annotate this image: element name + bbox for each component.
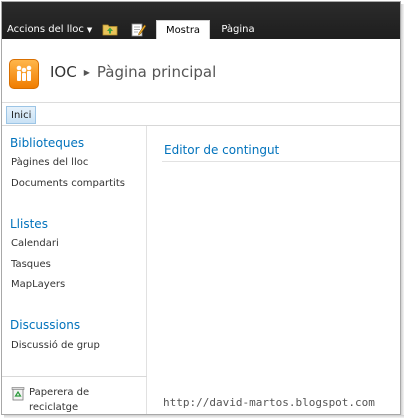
ql-item-discussio-de-grup[interactable]: Discussió de grup <box>11 340 100 351</box>
top-navigation: Inici <box>2 103 400 126</box>
ql-heading-discussions[interactable]: Discussions <box>10 318 80 332</box>
site-logo-icon[interactable] <box>9 59 39 89</box>
topnav-item-inici[interactable]: Inici <box>6 106 37 124</box>
title-area: IOC ▶ Pàgina principal <box>2 39 400 103</box>
site-actions-label: Accions del lloc <box>7 24 84 35</box>
breadcrumb-arrow-icon: ▶ <box>83 67 90 77</box>
site-title-link[interactable]: IOC <box>50 63 77 81</box>
ql-item-documents-compartits[interactable]: Documents compartits <box>11 178 125 189</box>
quick-launch: Biblioteques Pàgines del lloc Documents … <box>2 126 147 414</box>
webpart-title-underline <box>162 161 400 162</box>
webpart-title-editor-de-contingut[interactable]: Editor de contingut <box>164 143 279 157</box>
ribbon-bar: Accions del lloc ▼ Mostra Pàgina <box>2 2 400 39</box>
tab-pagina[interactable]: Pàgina <box>215 20 261 39</box>
people-icon <box>16 65 32 81</box>
ql-heading-llistes[interactable]: Llistes <box>10 217 48 231</box>
page-title: Pàgina principal <box>96 63 217 81</box>
tab-mostra-label: Mostra <box>165 25 201 36</box>
tab-mostra[interactable]: Mostra <box>156 20 210 39</box>
breadcrumb: IOC ▶ Pàgina principal <box>50 63 216 81</box>
navigate-up-folder-icon[interactable] <box>102 22 118 36</box>
ql-heading-biblioteques[interactable]: Biblioteques <box>10 136 84 150</box>
tab-pagina-label: Pàgina <box>221 24 255 35</box>
site-actions-menu[interactable]: Accions del lloc ▼ <box>7 24 92 35</box>
dropdown-caret-icon: ▼ <box>86 25 93 34</box>
quick-launch-divider <box>2 376 147 377</box>
sharepoint-window: Accions del lloc ▼ Mostra Pàgina IOC ▶ P… <box>1 1 401 415</box>
ql-item-maplayers[interactable]: MapLayers <box>11 279 65 290</box>
watermark-url: http://david-martos.blogspot.com <box>163 396 375 409</box>
recycle-bin-label: Paperera de reciclatge <box>29 387 90 413</box>
ql-item-pagines-del-lloc[interactable]: Pàgines del lloc <box>11 157 88 168</box>
ql-item-calendari[interactable]: Calendari <box>11 238 59 249</box>
recycle-bin-icon <box>11 387 25 401</box>
edit-page-icon[interactable] <box>130 21 146 37</box>
ql-item-tasques[interactable]: Tasques <box>11 259 51 270</box>
